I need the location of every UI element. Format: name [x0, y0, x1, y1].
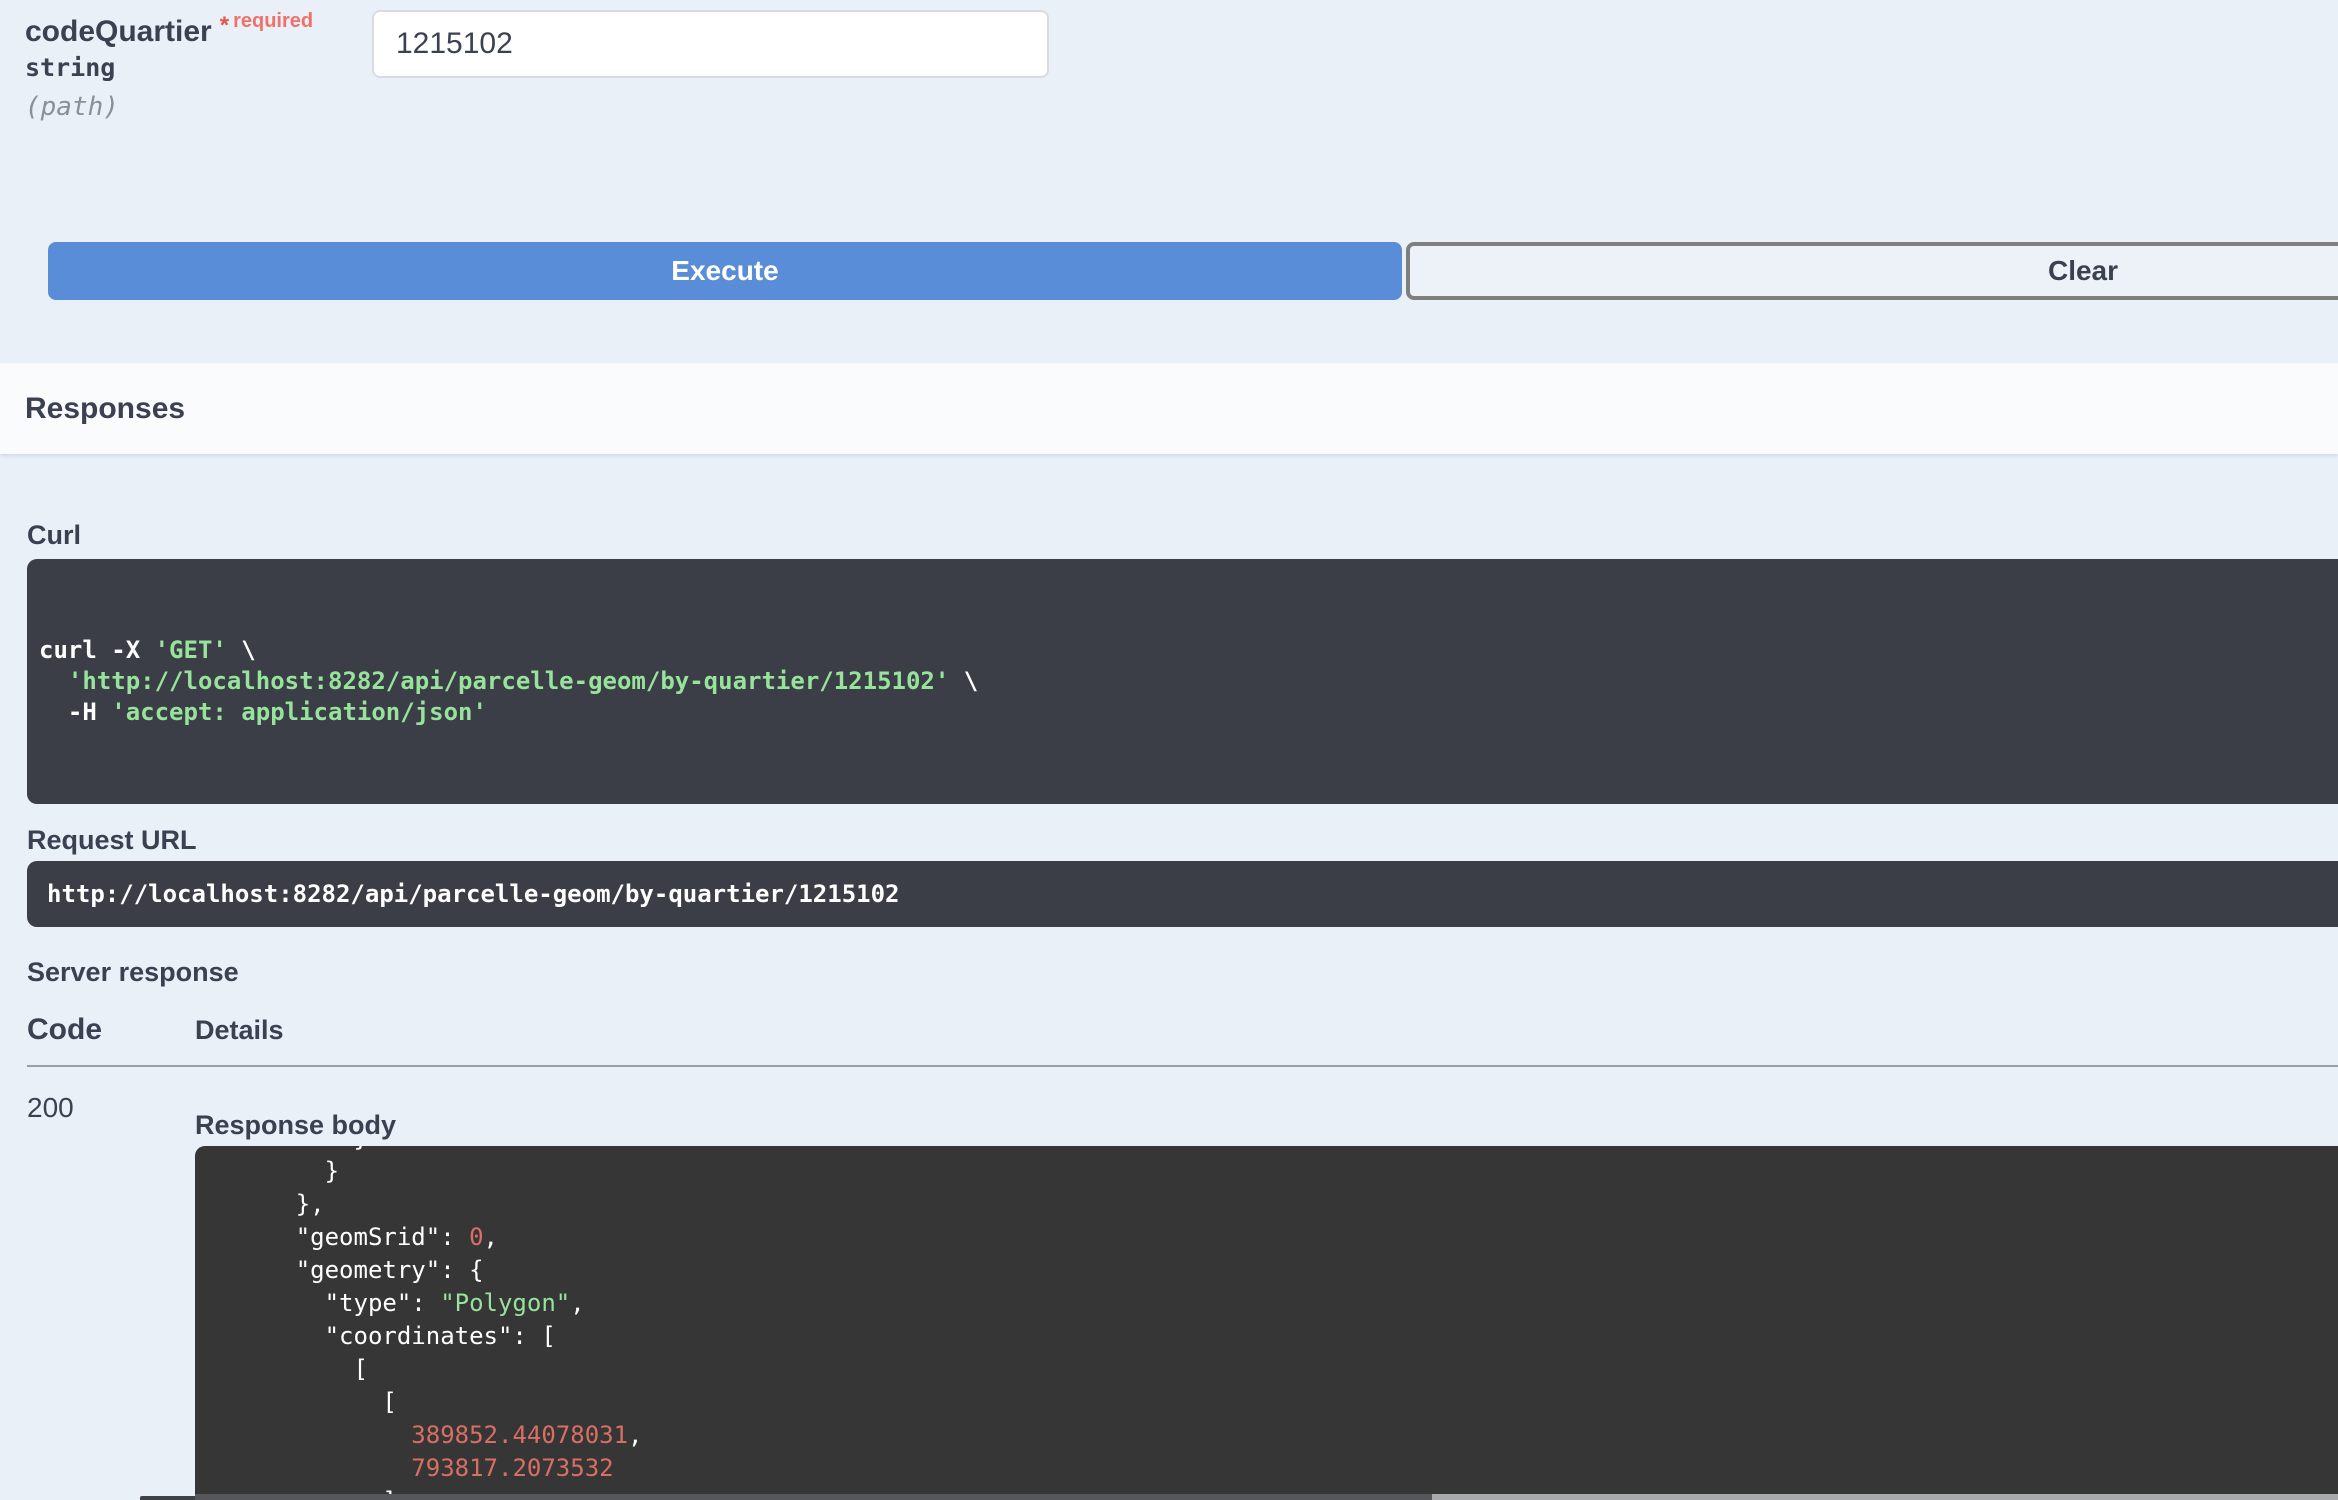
- response-body-label: Response body: [195, 1110, 397, 1140]
- response-table-row: 200 Response body } } }, "geomSrid": 0, …: [27, 1093, 2338, 1500]
- parameter-type: string: [25, 53, 116, 82]
- parameter-name-text: codeQuartier: [25, 15, 212, 48]
- parameter-value-input[interactable]: [372, 10, 1049, 78]
- parameter-row: codeQuartier * required string (path): [0, 0, 2338, 120]
- curl-label: Curl: [27, 520, 81, 550]
- response-body-json: } } }, "geomSrid": 0, "geometry": { "typ…: [209, 1146, 643, 1500]
- required-asterisk: *: [219, 12, 230, 39]
- table-separator: [27, 1065, 2338, 1067]
- execute-row: Execute Clear: [48, 242, 2338, 300]
- request-url-block: http://localhost:8282/api/parcelle-geom/…: [27, 861, 2338, 927]
- parameter-location: (path): [25, 92, 119, 122]
- curl-command-block[interactable]: curl -X 'GET' \ 'http://localhost:8282/a…: [27, 559, 2338, 804]
- scrollbar-thumb[interactable]: [195, 1494, 1432, 1500]
- swagger-operation-page: { "parameter": { "name": "codeQuartier",…: [0, 0, 2338, 1500]
- code-column-header: Code: [27, 1013, 102, 1046]
- required-label: required: [233, 10, 314, 32]
- parameter-name: codeQuartier * required: [25, 6, 372, 47]
- response-table-header: Code Details: [27, 1013, 2338, 1046]
- response-body-block[interactable]: } } }, "geomSrid": 0, "geometry": { "typ…: [195, 1146, 2338, 1500]
- parameter-value-column: [372, 10, 1049, 120]
- request-url-value: http://localhost:8282/api/parcelle-geom/…: [47, 880, 900, 908]
- curl-command-text: curl -X 'GET' \ 'http://localhost:8282/a…: [39, 636, 979, 726]
- horizontal-scrollbar[interactable]: [195, 1494, 2338, 1500]
- responses-title: Responses: [25, 391, 186, 425]
- details-column-header: Details: [195, 1015, 284, 1045]
- response-details-cell: Response body } } }, "geomSrid": 0, "geo…: [195, 1093, 2338, 1500]
- server-response-label: Server response: [27, 957, 239, 987]
- request-url-label: Request URL: [27, 825, 197, 855]
- responses-body: Curl curl -X 'GET' \ 'http://localhost:8…: [0, 520, 2338, 1500]
- clear-button[interactable]: Clear: [1406, 242, 2338, 300]
- parameter-meta: codeQuartier * required string (path): [25, 0, 372, 120]
- status-code-cell: 200: [27, 1092, 74, 1123]
- execute-button[interactable]: Execute: [48, 242, 1402, 300]
- responses-section-header: Responses: [0, 363, 2338, 454]
